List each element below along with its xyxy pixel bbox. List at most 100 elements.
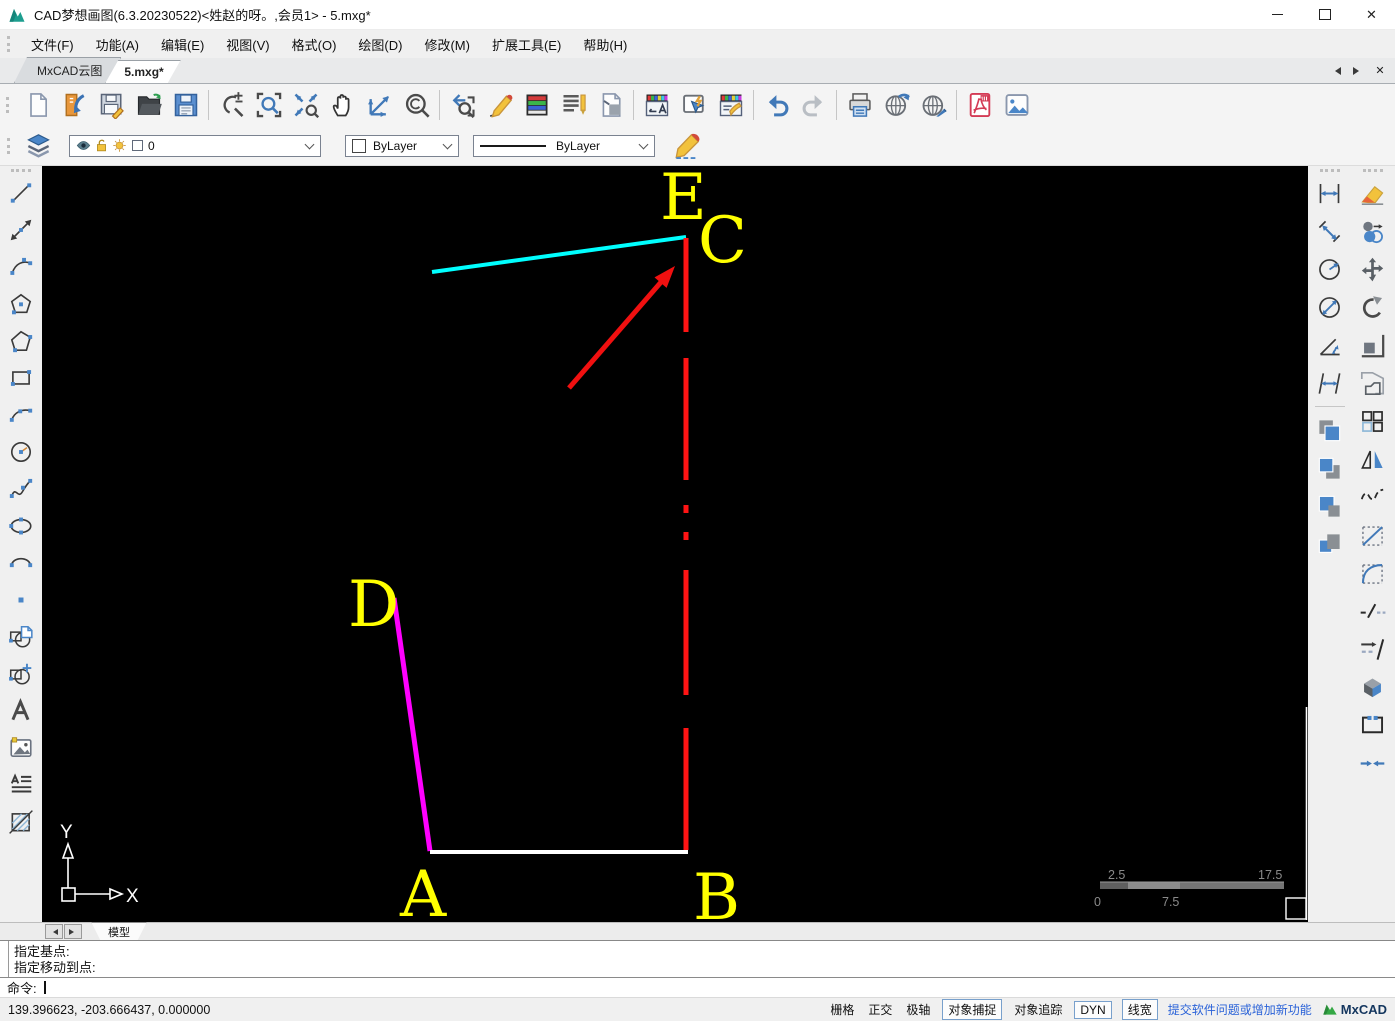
revcloud-button[interactable] [1355, 478, 1391, 516]
line-button[interactable] [4, 174, 38, 211]
color-select[interactable]: ByLayer [345, 134, 459, 157]
order-back-button[interactable] [1312, 449, 1348, 487]
linetype-select[interactable]: ByLayer [473, 134, 655, 157]
status-toggle[interactable]: 栅格 [828, 1000, 856, 1019]
circle-button[interactable] [4, 433, 38, 470]
line-EC-cyan[interactable] [431, 235, 687, 274]
open-drawing-button[interactable] [56, 87, 93, 124]
tab-model[interactable]: 模型 [91, 922, 147, 942]
fillet-button[interactable] [1355, 554, 1391, 592]
hatch-button[interactable] [4, 803, 38, 840]
order-front-button[interactable] [1312, 411, 1348, 449]
offset-button[interactable] [1355, 364, 1391, 402]
erase-button[interactable] [1355, 174, 1391, 212]
open-folder-button[interactable] [130, 87, 167, 124]
pan-button[interactable] [324, 87, 361, 124]
scale-button[interactable] [1355, 326, 1391, 364]
mtext-button[interactable] [4, 766, 38, 803]
image-button[interactable] [4, 729, 38, 766]
line-DA-magenta[interactable] [391, 597, 433, 852]
tab-close-button[interactable]: ✕ [1373, 63, 1387, 79]
status-toggle[interactable]: 对象捕捉 [942, 999, 1003, 1020]
redo-button[interactable] [795, 87, 832, 124]
dim-diameter-button[interactable] [1312, 288, 1348, 326]
chamfer-button[interactable] [1355, 516, 1391, 554]
dim-angular-button[interactable] [1312, 326, 1348, 364]
rectangle-button[interactable] [4, 359, 38, 396]
menu-item[interactable]: 格式(O) [281, 31, 348, 58]
arc-button[interactable] [4, 248, 38, 285]
ellipse-arc-button[interactable] [4, 544, 38, 581]
text-button[interactable] [4, 692, 38, 729]
document-tab-active[interactable]: 5.mxg* [105, 60, 180, 83]
mirror-button[interactable] [1355, 440, 1391, 478]
save-button[interactable] [93, 87, 130, 124]
text-style-button[interactable] [638, 87, 675, 124]
join-button[interactable] [1355, 744, 1391, 782]
create-block-button[interactable] [4, 655, 38, 692]
page-setup-button[interactable] [592, 87, 629, 124]
order-below-button[interactable] [1312, 525, 1348, 563]
vertex-label-B[interactable]: B [693, 861, 740, 922]
status-toggle[interactable]: DYN [1074, 1000, 1112, 1019]
menu-item[interactable]: 绘图(D) [347, 31, 413, 58]
export-image-button[interactable] [998, 87, 1035, 124]
model-next-button[interactable] [64, 924, 82, 939]
quick-select-button[interactable] [675, 87, 712, 124]
vertex-label-C[interactable]: C [698, 204, 747, 278]
text-edit-button[interactable] [555, 87, 592, 124]
vertex-label-A[interactable]: A [399, 858, 447, 922]
menu-item[interactable]: 视图(V) [215, 31, 280, 58]
order-above-button[interactable] [1312, 487, 1348, 525]
feedback-link[interactable]: 提交软件问题或增加新功能 [1168, 1001, 1312, 1018]
explode-button[interactable] [1355, 668, 1391, 706]
model-prev-button[interactable] [45, 924, 63, 939]
drawing-canvas-svg[interactable]: ECDA BYX2.5 17.50 7.5 [42, 166, 1308, 922]
zoom-center-button[interactable] [398, 87, 435, 124]
dim-aligned-button[interactable] [1312, 212, 1348, 250]
arc-3point-button[interactable] [4, 396, 38, 433]
xline-button[interactable] [4, 211, 38, 248]
pointer-arrow[interactable] [567, 266, 675, 390]
status-toggle[interactable]: 极轴 [904, 1000, 932, 1019]
upload-web-button[interactable] [915, 87, 952, 124]
named-view-button[interactable] [444, 87, 481, 124]
close-button[interactable]: ✕ [1348, 0, 1395, 29]
menu-item[interactable]: 编辑(E) [150, 31, 215, 58]
status-toggle[interactable]: 线宽 [1121, 999, 1158, 1020]
undo-button[interactable] [758, 87, 795, 124]
ellipse-button[interactable] [4, 507, 38, 544]
save-as-button[interactable] [167, 87, 204, 124]
match-properties-button[interactable] [712, 87, 749, 124]
dim-parallel-button[interactable] [1312, 364, 1348, 402]
color-list-button[interactable] [518, 87, 555, 124]
polyline-button[interactable] [4, 322, 38, 359]
menu-item[interactable]: 扩展工具(E) [481, 31, 572, 58]
publish-web-button[interactable] [878, 87, 915, 124]
extend-button[interactable] [1355, 630, 1391, 668]
menu-item[interactable]: 修改(M) [413, 31, 481, 58]
status-toggle[interactable]: 正交 [866, 1000, 894, 1019]
dim-radius-button[interactable] [1312, 250, 1348, 288]
zoom-dynamic-button[interactable] [361, 87, 398, 124]
menu-item[interactable]: 帮助(H) [572, 31, 638, 58]
minimize-button[interactable] [1254, 0, 1301, 29]
status-toggle[interactable]: 对象追踪 [1012, 1000, 1064, 1019]
tab-next-button[interactable] [1351, 63, 1365, 79]
layer-select[interactable]: 0 [69, 134, 321, 157]
array-button[interactable] [1355, 402, 1391, 440]
maximize-button[interactable] [1301, 0, 1348, 29]
layers-button[interactable] [20, 127, 57, 164]
point-button[interactable] [4, 581, 38, 618]
move-button[interactable] [1355, 250, 1391, 288]
rotate-button[interactable] [1355, 288, 1391, 326]
dim-linear-button[interactable] [1312, 174, 1348, 212]
command-input[interactable]: 命令: [0, 978, 1395, 997]
spline-button[interactable] [4, 470, 38, 507]
zoom-scale-button[interactable] [213, 87, 250, 124]
sketch-button[interactable] [481, 87, 518, 124]
copy-button[interactable] [1355, 212, 1391, 250]
menu-item[interactable]: 功能(A) [85, 31, 150, 58]
draw-pencil-button[interactable] [669, 127, 706, 164]
document-tab[interactable]: MxCAD云图 [14, 57, 121, 83]
